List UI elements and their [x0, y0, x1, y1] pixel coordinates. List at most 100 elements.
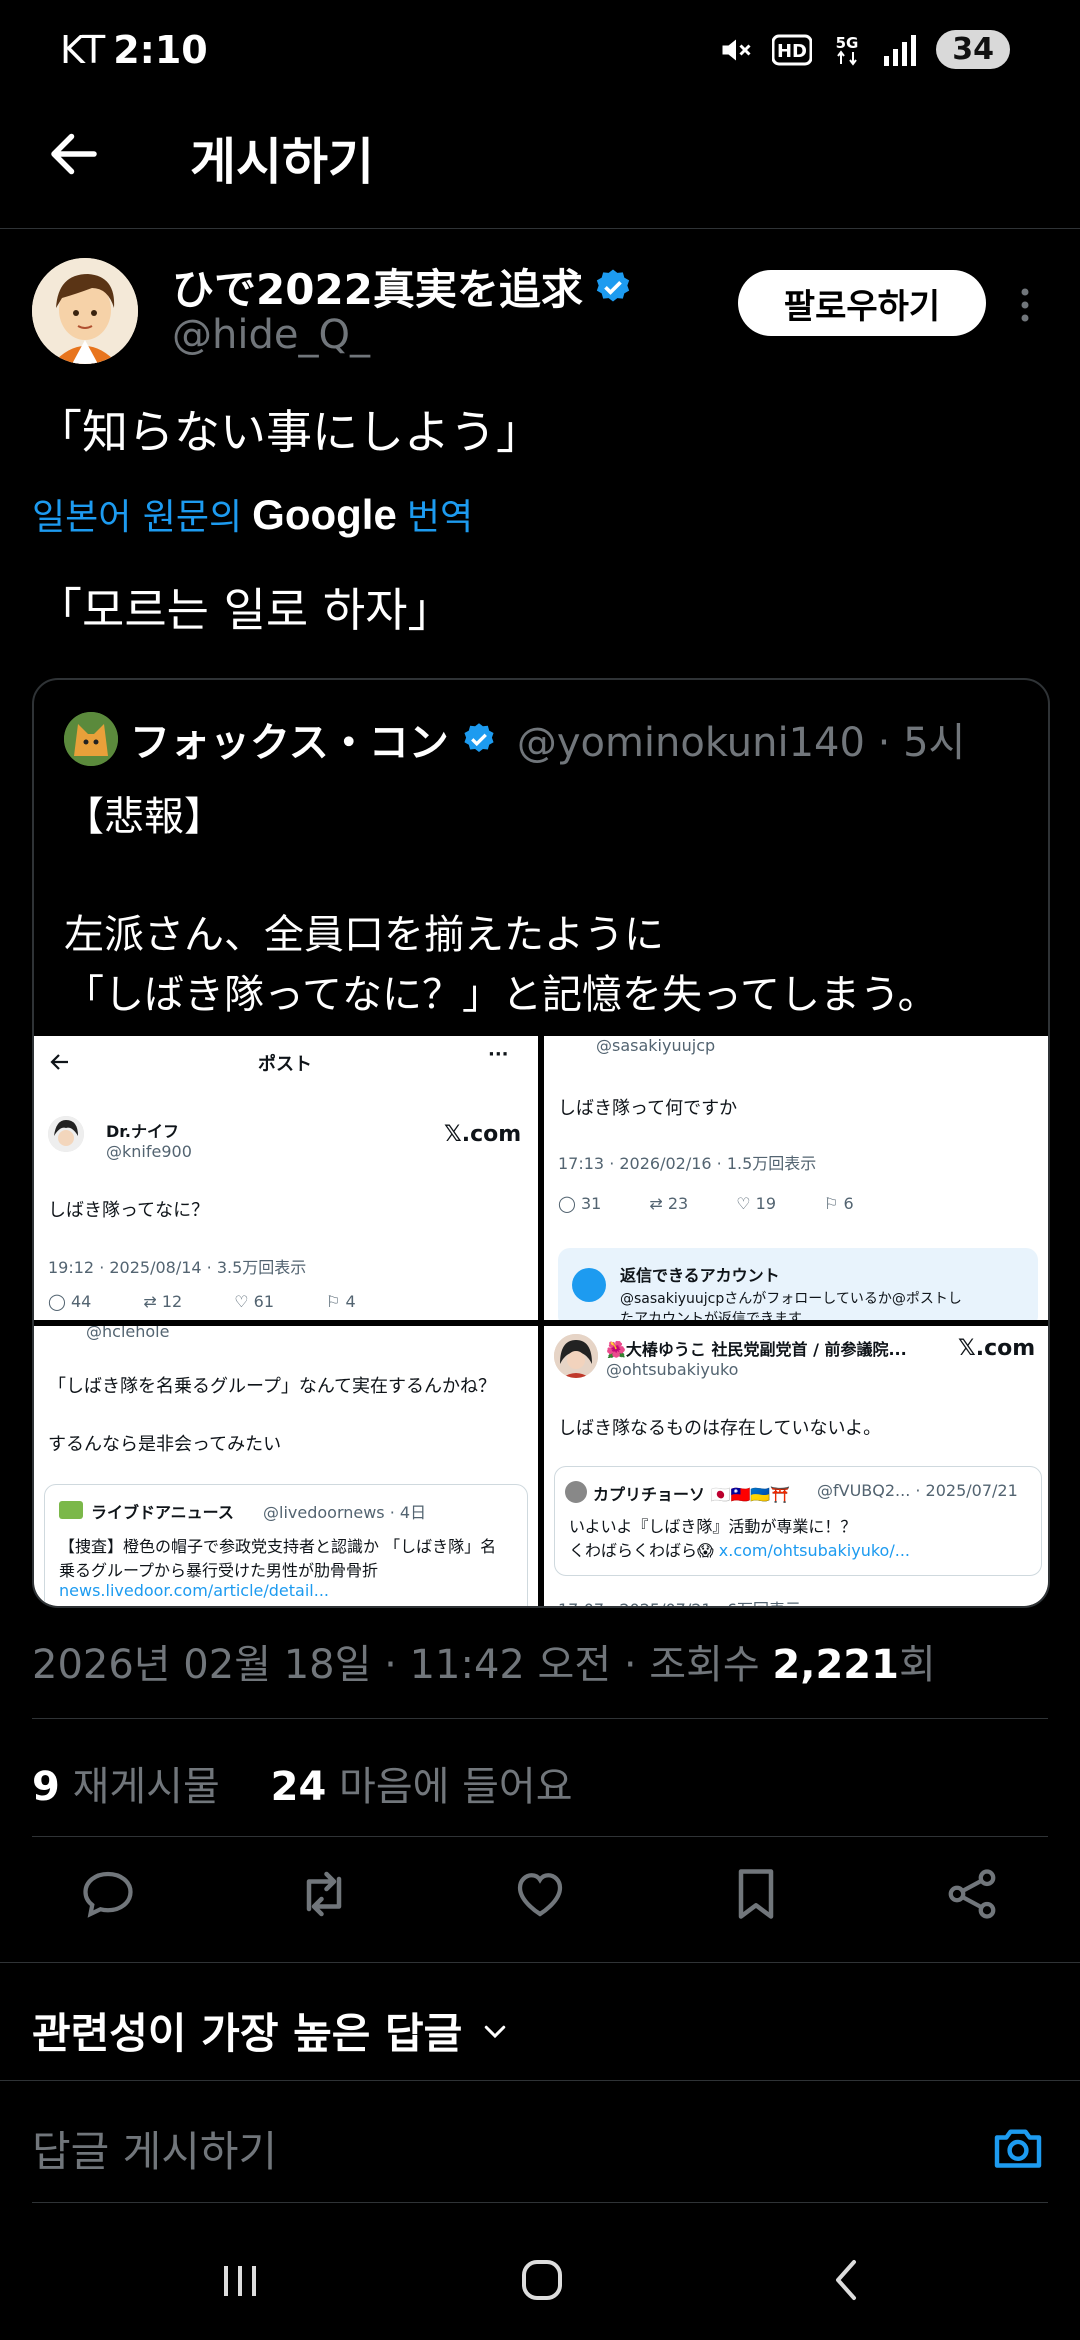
author-avatar[interactable] [32, 258, 138, 364]
source-icon [59, 1501, 83, 1519]
author-name-text: ひで2022真実を追求 [172, 265, 583, 314]
tile-card-handle: @livedoornews · 4日 [263, 1503, 427, 1522]
nav-back-icon [836, 2260, 856, 2300]
tile-inner-text: いよいよ『しばき隊』活動が専業に！？ [569, 1517, 857, 1536]
like-button[interactable] [510, 1864, 570, 1924]
tile-card-link: news.livedoor.com/article/detail... [59, 1581, 329, 1600]
divider [0, 1962, 1080, 1963]
tile-text: しばき隊なるものは存在していないよ。 [558, 1418, 882, 1439]
tile-brand: 𝕏.com [444, 1122, 522, 1147]
tile-brand: 𝕏.com [958, 1336, 1036, 1361]
tile-notice-title: 返信できるアカウント [620, 1266, 780, 1285]
chevron-down-icon [485, 2025, 506, 2038]
post-text: 「知らない事にしよう」 [36, 405, 542, 459]
camera-button[interactable] [990, 2120, 1046, 2176]
recents-icon [224, 2266, 256, 2296]
author-handle[interactable]: @hide_Q_ [172, 312, 370, 358]
tile-engagement: ◯ 44 ⇄ 12 ♡ 61 ⚐ 4 [48, 1292, 356, 1311]
back-button[interactable] [44, 124, 104, 184]
tile-text: しばき隊って何ですか [558, 1098, 738, 1119]
tile-meta: 17:13 · 2026/02/16 · 1.5万回表示 [558, 1154, 817, 1173]
reply-input[interactable]: 답글 게시하기 [32, 2118, 277, 2179]
recents-button[interactable] [210, 2250, 270, 2310]
tile-notice: 返信できるアカウント @sasakiyuujcpさんがフォローしているか@ポスト… [558, 1248, 1038, 1320]
user-icon [572, 1268, 606, 1302]
tile-likes: ♡ 61 [234, 1292, 275, 1311]
more-icon: ··· [488, 1044, 509, 1065]
divider [32, 1836, 1048, 1837]
tile-notice-body: @sasakiyuujcpさんがフォローしているか@ポストし [620, 1291, 962, 1307]
image-tile[interactable]: @hclehole 「しばき隊を名乗るグループ」なんて実在するんかね？ するんな… [34, 1326, 538, 1606]
tile-avatar [48, 1116, 84, 1152]
tile-card-text: 乗るグループから暴行受けた男性が肋骨骨折 [59, 1561, 379, 1580]
tile-inner-text: くわばらくわばら😱 x.com/ohtsubakiyuko/... [569, 1541, 910, 1560]
home-button[interactable] [512, 2250, 572, 2310]
replies-sort-dropdown[interactable]: 관련성이 가장 높은 답글 [32, 2000, 510, 2061]
tile-reposts: ⇄ 12 [143, 1292, 183, 1311]
translate-suffix: 번역 [406, 497, 474, 538]
tile-inner-name: カプリチョーソ 🇯🇵🇹🇼🇺🇦⛩️ [593, 1485, 791, 1504]
tile-card-text: 【捜査】橙色の帽子で参政党支持者と認識か 「しばき隊」名 [59, 1537, 497, 1556]
svg-text:HD: HD [777, 41, 807, 62]
view-unit: 회 [898, 1642, 936, 1688]
quote-text-line: 左派さん、全員口を揃えたように [64, 912, 664, 958]
share-button[interactable] [942, 1864, 1002, 1924]
divider [0, 2080, 1080, 2081]
bookmark-icon [738, 1869, 774, 1919]
like-icon [517, 1873, 563, 1917]
post-timestamp-views: 2026년 02월 18일 · 11:42 오전 · 조회수 2,221회 [32, 1632, 936, 1690]
inner-avatar [565, 1481, 587, 1503]
image-tile[interactable]: ポスト ··· Dr.ナイフ @knife900 𝕏.com しばき隊ってなに？… [34, 1036, 538, 1320]
tile-replies: ◯ 44 [48, 1292, 92, 1311]
hd-icon: HD [772, 34, 813, 65]
translation-attribution[interactable]: 일본어 원문의 Google 번역 [32, 488, 473, 540]
post-stats: 9 재게시물 24 마음에 들어요 [32, 1754, 573, 1812]
tile-inner-handle: @fVUBQ2... · 2025/07/21 [817, 1481, 1018, 1500]
more-button[interactable] [1010, 280, 1040, 330]
quoted-post[interactable]: フォックス・コン @yominokuni140 · 5시 【悲報】 左派さん、全… [32, 678, 1050, 1608]
image-tile[interactable]: 🌺大椿ゆうこ 社民党副党首 / 前参議院... @ohtsubakiyuko 𝕏… [544, 1326, 1048, 1606]
mute-icon [722, 39, 751, 60]
nav-back-button[interactable] [816, 2250, 876, 2310]
tile-bookmarks: ⚐ 4 [326, 1292, 356, 1311]
likes-stat[interactable]: 24 마음에 들어요 [271, 1764, 573, 1810]
repost-button[interactable] [294, 1864, 354, 1924]
translate-prefix: 일본어 원문의 [32, 497, 243, 538]
tile-text: するんなら是非会ってみたい [48, 1434, 282, 1455]
tile-text: 「しばき隊を名乗るグループ」なんて実在するんかね？ [48, 1376, 497, 1397]
quote-handle-time: @yominokuni140 · 5시 [516, 720, 966, 766]
tile-handle: @knife900 [106, 1142, 192, 1161]
follow-button[interactable]: 팔로우하기 [738, 270, 986, 336]
tile-engagement: ◯ 31 ⇄ 23 ♡ 19 ⚐ 6 [558, 1194, 854, 1213]
status-icons: HD 5G 34 [718, 30, 1010, 69]
quote-author-name: フォックス・コン [130, 720, 449, 766]
tile-handle: @hclehole [86, 1326, 170, 1341]
status-bar: KT 2:10 HD 5G 34 [0, 0, 1080, 104]
quote-text-line: 「しばき隊ってなに？」と記憶を失ってしまう。 [64, 972, 938, 1018]
translated-text: 「모르는 일로 하자」 [36, 583, 454, 637]
tile-header: ポスト [258, 1054, 312, 1075]
divider [32, 2202, 1048, 2203]
tile-card-source: ライブドアニュース [91, 1503, 234, 1522]
share-icon [948, 1869, 996, 1919]
tile-inner-link: x.com/ohtsubakiyuko/... [718, 1541, 910, 1560]
action-bar [0, 1864, 1080, 1940]
tile-avatar [554, 1334, 598, 1378]
verified-icon [596, 269, 630, 301]
quote-header: フォックス・コン @yominokuni140 · 5시 [64, 710, 965, 768]
reply-button[interactable] [78, 1864, 138, 1924]
quote-image-grid[interactable]: ポスト ··· Dr.ナイフ @knife900 𝕏.com しばき隊ってなに？… [34, 1036, 1048, 1606]
5g-icon: 5G [836, 34, 859, 66]
tile-reposts: ⇄ 23 [649, 1194, 689, 1213]
signal-icon [884, 34, 917, 66]
image-tile[interactable]: @sasakiyuujcp しばき隊って何ですか 17:13 · 2026/02… [544, 1036, 1048, 1320]
divider [32, 1718, 1048, 1719]
clock: 2:10 [113, 28, 208, 72]
author-name[interactable]: ひで2022真実を追求 [172, 256, 633, 317]
tile-replies: ◯ 31 [558, 1194, 602, 1213]
tile-meta: 19:12 · 2025/08/14 · 3.5万回表示 [48, 1258, 307, 1277]
back-arrow-icon [51, 133, 97, 175]
reposts-stat[interactable]: 9 재게시물 [32, 1764, 220, 1810]
bookmark-button[interactable] [726, 1864, 786, 1924]
tile-handle: @ohtsubakiyuko [606, 1360, 739, 1379]
